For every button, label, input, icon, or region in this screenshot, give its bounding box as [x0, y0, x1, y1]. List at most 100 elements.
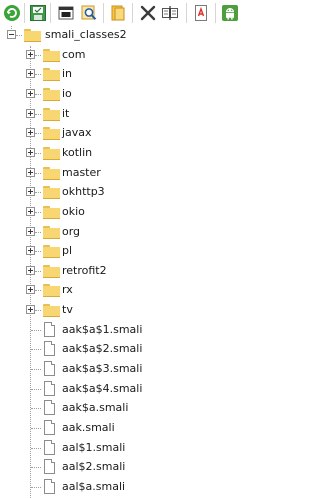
tree-guide-line — [31, 447, 41, 449]
expand-toggle[interactable] — [26, 147, 35, 157]
tree-file-node[interactable]: aal$2.smali — [0, 458, 257, 477]
tree-file-node[interactable]: aal$a.smali — [0, 478, 257, 497]
tree-folder-node[interactable]: retrofit2 — [0, 262, 257, 281]
tree-folder-node[interactable]: rx — [0, 281, 257, 300]
tree-guide-line — [31, 408, 41, 410]
tree-guide-line — [35, 231, 41, 233]
expand-toggle[interactable] — [26, 285, 35, 295]
tree-node-label: aak$a$4.smali — [62, 381, 143, 395]
tree-folder-node[interactable]: com — [0, 46, 257, 65]
file-tree: smali_classes2com in io it javax kotlin master… — [0, 26, 257, 498]
tree-folder-node[interactable]: pl — [0, 242, 257, 261]
expand-toggle[interactable] — [26, 167, 35, 177]
tree-guide-line — [35, 211, 41, 213]
tree-file-node[interactable]: aak$a$3.smali — [0, 360, 257, 379]
folder-icon — [43, 304, 60, 318]
expand-toggle[interactable] — [26, 187, 35, 197]
tree-node-label: it — [62, 106, 70, 120]
tree-node-label: aal$2.smali — [62, 460, 126, 474]
folder-icon — [24, 29, 41, 42]
close-icon — [140, 5, 156, 21]
tree-node-label: smali_classes2 — [45, 28, 127, 41]
expand-toggle[interactable] — [26, 265, 35, 275]
tree-node-label: aal$1.smali — [62, 440, 126, 454]
folder-open-icon — [111, 5, 125, 21]
view-button[interactable] — [57, 4, 75, 22]
tree-folder-node[interactable]: in — [0, 65, 257, 84]
tree-file-node[interactable]: aal$1.smali — [0, 439, 257, 458]
tree-node-label: pl — [62, 244, 73, 258]
folder-icon — [43, 87, 60, 101]
tree-file-node[interactable]: aak$a.smali — [0, 399, 257, 418]
file-icon — [44, 459, 55, 475]
tree-folder-node[interactable]: master — [0, 164, 257, 183]
android-button[interactable] — [221, 4, 239, 22]
folder-icon — [43, 264, 60, 278]
tree-node-label: okio — [62, 204, 85, 218]
tree-guide-line — [31, 329, 41, 331]
tree-guide-line — [35, 133, 41, 135]
tree-root-node[interactable]: smali_classes2 — [0, 26, 257, 45]
tree-folder-node[interactable]: kotlin — [0, 144, 257, 163]
file-icon — [44, 321, 55, 337]
tree-folder-node[interactable]: it — [0, 105, 257, 124]
tree-guide-line — [35, 74, 41, 76]
save-button[interactable] — [29, 4, 47, 22]
tree-folder-node[interactable]: okio — [0, 203, 257, 222]
refresh-button[interactable] — [3, 4, 21, 22]
tree-guide-line — [31, 467, 41, 469]
tree-guide-line — [35, 172, 41, 174]
expand-toggle[interactable] — [26, 108, 35, 118]
tree-guide-line — [31, 369, 41, 371]
tree-file-node[interactable]: aak$a$4.smali — [0, 380, 257, 399]
folder-icon — [43, 205, 60, 219]
expand-toggle[interactable] — [26, 69, 35, 79]
tree-file-node[interactable]: aak$a$2.smali — [0, 340, 257, 359]
tree-folder-node[interactable]: javax — [0, 124, 257, 143]
refresh-icon — [4, 5, 20, 21]
pdf-button[interactable] — [192, 4, 210, 22]
expand-toggle[interactable] — [26, 246, 35, 256]
tree-guide-line — [31, 349, 41, 351]
folder-icon — [43, 48, 60, 62]
file-icon — [44, 478, 55, 494]
tree-guide-line — [31, 428, 41, 429]
save-icon — [30, 5, 46, 21]
tree-node-label: in — [62, 67, 73, 81]
tree-node-label: retrofit2 — [62, 263, 107, 277]
tree-node-label: aal$a.smali — [62, 479, 126, 493]
tree-node-label: javax — [62, 126, 92, 140]
search-button[interactable] — [80, 4, 98, 22]
delete-button[interactable] — [139, 4, 157, 22]
android-icon — [222, 5, 238, 21]
tree-file-node[interactable]: aak$a$1.smali — [0, 321, 257, 340]
tree-node-label: org — [62, 224, 81, 238]
tree-guide-line — [31, 388, 41, 390]
expand-toggle[interactable] — [26, 206, 35, 216]
tree-folder-node[interactable]: okhttp3 — [0, 183, 257, 202]
expand-toggle[interactable] — [26, 128, 35, 138]
compare-button[interactable] — [161, 4, 179, 22]
expand-toggle[interactable] — [26, 49, 35, 59]
tree-guide-line — [35, 192, 41, 194]
tree-folder-node[interactable]: tv — [0, 301, 257, 320]
tree-node-label: rx — [62, 283, 73, 297]
open-folder-button[interactable] — [109, 4, 127, 22]
collapse-toggle[interactable] — [7, 30, 16, 39]
tree-guide-line — [35, 270, 41, 272]
tree-guide-line — [31, 486, 41, 488]
tree-node-label: io — [62, 86, 72, 100]
expand-toggle[interactable] — [26, 226, 35, 236]
folder-icon — [43, 225, 60, 239]
expand-toggle[interactable] — [26, 88, 35, 98]
file-tree-panel: smali_classes2com in io it javax kotlin master… — [0, 0, 257, 498]
folder-icon — [43, 127, 60, 141]
tree-guide-line — [16, 35, 22, 36]
tree-folder-node[interactable]: io — [0, 85, 257, 104]
tree-file-node[interactable]: aak.smali — [0, 419, 257, 438]
expand-toggle[interactable] — [26, 305, 35, 315]
tree-node-label: tv — [62, 303, 73, 317]
file-icon — [44, 439, 55, 455]
tree-guide-line — [35, 310, 41, 312]
tree-folder-node[interactable]: org — [0, 223, 257, 242]
